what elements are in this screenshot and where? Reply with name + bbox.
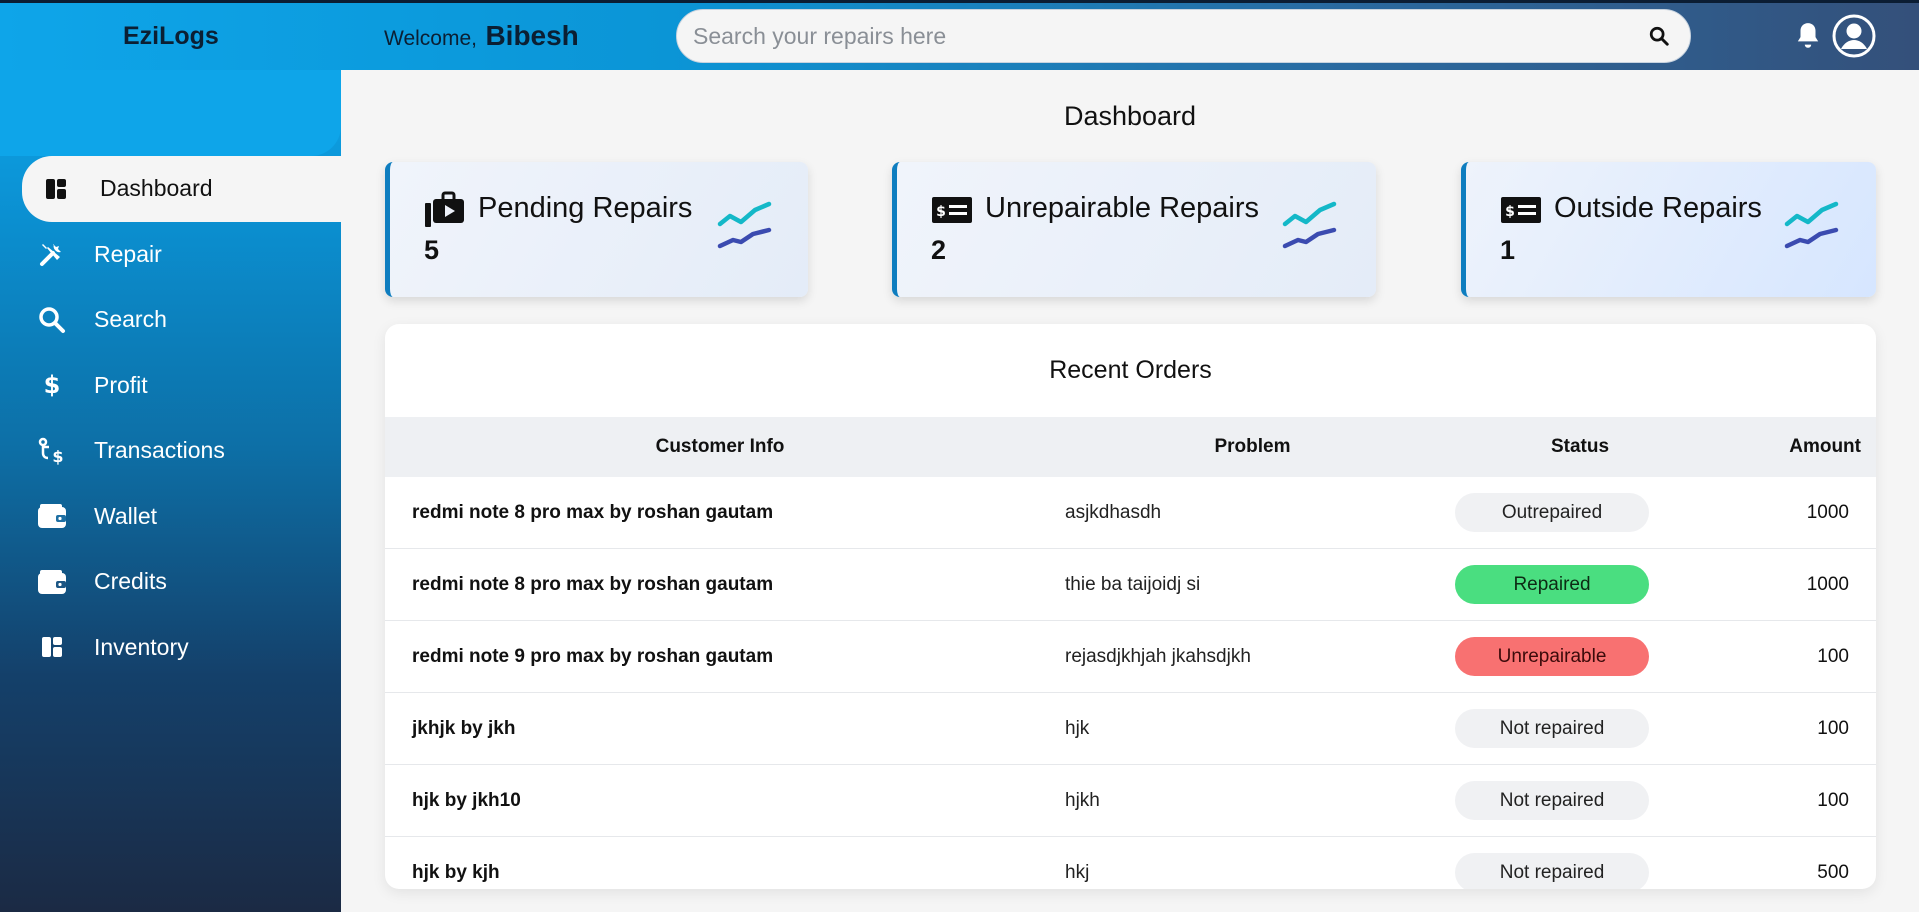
- column-header-amount[interactable]: Amount: [1730, 436, 1876, 458]
- svg-text:$: $: [936, 204, 946, 220]
- card-value: 2: [931, 235, 947, 265]
- sidebar-item-inventory[interactable]: Inventory: [0, 615, 341, 681]
- column-header-customer[interactable]: Customer Info: [385, 436, 1055, 458]
- sidebar-top: [0, 70, 341, 156]
- page-title: Dashboard: [1063, 101, 1197, 131]
- status-badge: Not repaired: [1455, 709, 1649, 748]
- trend-chart-icon: [1282, 201, 1337, 249]
- inventory-icon: [36, 631, 68, 663]
- status-badge: Repaired: [1455, 565, 1649, 604]
- table-row[interactable]: redmi note 9 pro max by roshan gautam re…: [385, 621, 1876, 693]
- sidebar-item-dashboard[interactable]: Dashboard: [22, 156, 341, 222]
- card-unrepairable-repairs[interactable]: $ Unrepairable Repairs 2: [892, 162, 1376, 297]
- welcome-label: Welcome,: [384, 27, 477, 50]
- bell-icon[interactable]: [1795, 21, 1821, 51]
- transactions-icon: $: [36, 435, 68, 467]
- card-label: Unrepairable Repairs: [985, 192, 1260, 224]
- sidebar-nav: Dashboard Repair Search $ Profit $ Trans…: [0, 156, 341, 680]
- briefcase-play-icon: [425, 191, 464, 227]
- cell-problem: rejasdjkhjah jkahsdjkh: [1065, 645, 1251, 667]
- trend-chart-icon: [1784, 201, 1839, 249]
- user-avatar-icon[interactable]: [1832, 14, 1876, 58]
- sidebar-item-label: Repair: [94, 240, 162, 267]
- svg-text:$: $: [1505, 204, 1515, 220]
- sidebar-item-profit[interactable]: $ Profit: [0, 353, 341, 419]
- cell-customer: jkhjk by jkh: [412, 717, 516, 739]
- cell-problem: hkj: [1065, 861, 1090, 883]
- recent-orders-panel: Recent Orders Customer Info Problem Stat…: [385, 324, 1876, 889]
- sidebar-item-label: Search: [94, 306, 167, 333]
- sidebar-item-repair[interactable]: Repair: [0, 222, 341, 288]
- dashboard-icon: [40, 173, 72, 205]
- card-value: 5: [424, 235, 440, 265]
- sidebar-item-label: Dashboard: [100, 175, 213, 202]
- cell-customer: hjk by jkh10: [412, 789, 521, 811]
- column-header-problem[interactable]: Problem: [1055, 436, 1430, 458]
- dollar-icon: $: [36, 369, 68, 401]
- cell-problem: hjkh: [1065, 789, 1100, 811]
- app-logo[interactable]: EziLogs: [123, 22, 219, 51]
- svg-text:$: $: [44, 371, 61, 399]
- wallet-icon: [36, 566, 68, 598]
- status-badge: Not repaired: [1455, 781, 1649, 820]
- column-header-status[interactable]: Status: [1430, 436, 1730, 458]
- cell-amount: 1000: [1806, 501, 1849, 523]
- cell-amount: 100: [1817, 645, 1849, 667]
- cell-problem: asjkdhasdh: [1065, 501, 1162, 523]
- wallet-icon: [36, 500, 68, 532]
- cell-amount: 1000: [1806, 573, 1849, 595]
- sidebar-item-credits[interactable]: Credits: [0, 549, 341, 615]
- top-bar: EziLogs Welcome, Bibesh: [0, 0, 1919, 70]
- table-row[interactable]: redmi note 8 pro max by roshan gautam as…: [385, 477, 1876, 549]
- cell-customer: redmi note 8 pro max by roshan gautam: [412, 573, 774, 595]
- card-outside-repairs[interactable]: $ Outside Repairs 1: [1461, 162, 1876, 297]
- cell-amount: 100: [1817, 717, 1849, 739]
- card-label: Pending Repairs: [478, 192, 693, 224]
- cell-customer: redmi note 8 pro max by roshan gautam: [412, 501, 774, 523]
- sidebar-item-label: Credits: [94, 568, 167, 595]
- cell-amount: 100: [1817, 789, 1849, 811]
- trend-chart-icon: [717, 201, 772, 249]
- cell-problem: hjk: [1065, 717, 1090, 739]
- sidebar: Dashboard Repair Search $ Profit $ Trans…: [0, 70, 341, 912]
- money-card-icon: $: [932, 197, 972, 223]
- table-row[interactable]: hjk by kjh hkj Not repaired 500: [385, 837, 1876, 889]
- welcome-message: Welcome, Bibesh: [384, 20, 579, 52]
- status-badge: Unrepairable: [1455, 637, 1649, 676]
- search-icon: [1649, 26, 1669, 46]
- recent-orders-title: Recent Orders: [1049, 356, 1212, 384]
- status-badge: Outrepaired: [1455, 493, 1649, 532]
- tools-icon: [36, 238, 68, 270]
- money-card-icon: $: [1501, 197, 1541, 223]
- sidebar-item-label: Profit: [94, 371, 148, 398]
- cell-customer: redmi note 9 pro max by roshan gautam: [412, 645, 774, 667]
- cell-problem: thie ba taijoidj si: [1065, 573, 1201, 595]
- search-icon: [36, 304, 68, 336]
- svg-text:$: $: [52, 447, 63, 465]
- card-value: 1: [1500, 235, 1516, 265]
- sidebar-item-label: Inventory: [94, 633, 189, 660]
- table-header: Customer Info Problem Status Amount: [385, 417, 1876, 477]
- sidebar-item-transactions[interactable]: $ Transactions: [0, 418, 341, 484]
- sidebar-item-label: Wallet: [94, 502, 158, 529]
- card-label: Outside Repairs: [1554, 192, 1762, 224]
- status-badge: Not repaired: [1455, 853, 1649, 889]
- sidebar-item-wallet[interactable]: Wallet: [0, 484, 341, 550]
- table-row[interactable]: hjk by jkh10 hjkh Not repaired 100: [385, 765, 1876, 837]
- search-bar: [676, 9, 1691, 63]
- cell-customer: hjk by kjh: [412, 861, 500, 883]
- user-name: Bibesh: [485, 20, 579, 51]
- card-pending-repairs[interactable]: Pending Repairs 5: [385, 162, 808, 297]
- search-button[interactable]: [1644, 21, 1674, 51]
- table-row[interactable]: redmi note 8 pro max by roshan gautam th…: [385, 549, 1876, 621]
- table-row[interactable]: jkhjk by jkh hjk Not repaired 100: [385, 693, 1876, 765]
- cell-amount: 500: [1817, 861, 1849, 883]
- sidebar-item-search[interactable]: Search: [0, 287, 341, 353]
- search-input[interactable]: [693, 22, 1644, 50]
- sidebar-item-label: Transactions: [94, 437, 225, 464]
